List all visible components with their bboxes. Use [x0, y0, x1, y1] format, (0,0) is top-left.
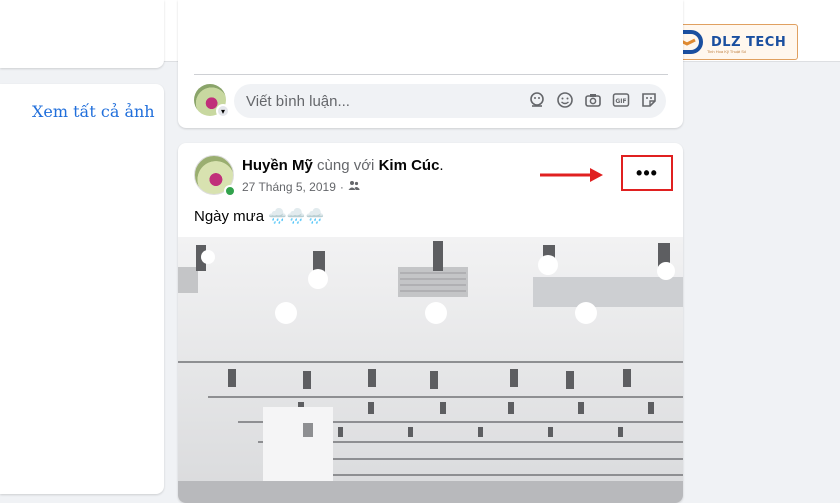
left-top-card	[0, 0, 164, 68]
sticker-icon[interactable]	[639, 90, 658, 109]
avatar-sticker-icon[interactable]	[527, 90, 546, 109]
with-text: cùng với	[317, 157, 375, 174]
friends-privacy-icon[interactable]	[348, 179, 360, 194]
previous-post-card: ▾ GIF	[178, 0, 683, 128]
chevron-down-icon[interactable]: ▾	[216, 104, 230, 118]
post-text: Ngày mưa 🌧️🌧️🌧️	[194, 208, 325, 225]
post-date-link[interactable]: 27 Tháng 5, 2019	[242, 180, 336, 194]
comment-input[interactable]	[244, 91, 524, 111]
photos-card	[0, 84, 164, 494]
dlz-tech-logo: DLZ TECH Tinh Hoa Kỹ Thuật Số	[672, 24, 798, 60]
comment-box[interactable]: GIF	[234, 84, 666, 118]
gif-icon[interactable]: GIF	[611, 90, 630, 109]
logo-tagline: Tinh Hoa Kỹ Thuật Số	[707, 49, 747, 54]
emoji-icon[interactable]	[555, 90, 574, 109]
tagged-suffix: .	[439, 157, 444, 174]
svg-text:GIF: GIF	[615, 98, 626, 105]
post-header-line: Huyền Mỹ cùng với Kim Cúc.	[242, 157, 444, 174]
tagged-friend-link[interactable]: Kim Cúc	[379, 157, 440, 174]
meta-separator: ·	[339, 179, 344, 194]
author-name-link[interactable]: Huyền Mỹ	[242, 157, 313, 174]
divider	[194, 74, 668, 75]
post-photo[interactable]	[178, 237, 683, 503]
see-all-photos-link[interactable]: Xem tất cả ảnh	[32, 102, 155, 121]
post-meta: 27 Tháng 5, 2019 ·	[242, 179, 360, 194]
red-arrow-annotation	[540, 168, 603, 182]
logo-text: DLZ TECH	[711, 34, 787, 50]
camera-icon[interactable]	[583, 90, 602, 109]
post-card: Huyền Mỹ cùng với Kim Cúc. 27 Tháng 5, 2…	[178, 143, 683, 503]
post-more-options-button[interactable]: •••	[621, 155, 673, 191]
online-status-indicator	[224, 185, 236, 197]
